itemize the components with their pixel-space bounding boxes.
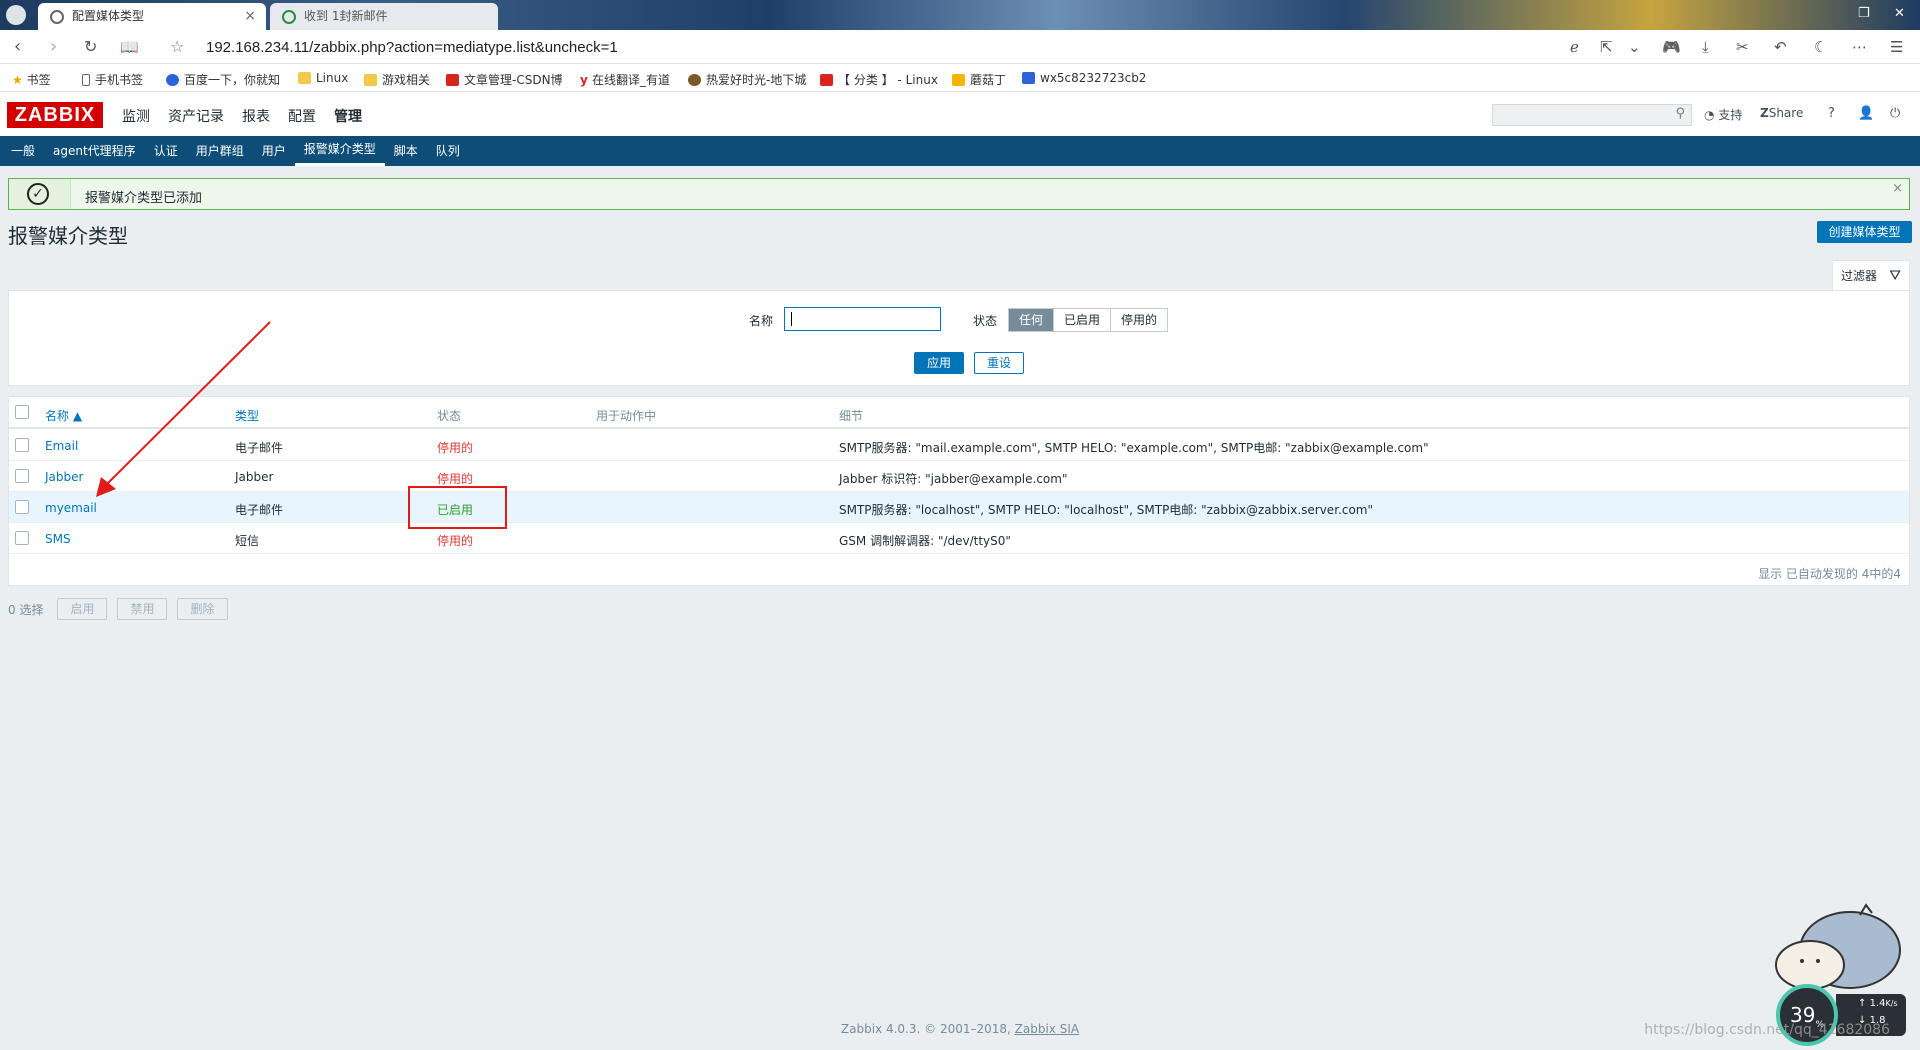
csdn-watermark: https://blog.csdn.net/qq_41682086: [1644, 1022, 1890, 1038]
annotation-arrow: [96, 321, 271, 497]
upload-icon: ↑: [1858, 998, 1870, 1009]
arrow-head: [96, 477, 116, 497]
arrow-shaft: [105, 321, 271, 486]
network-speed-widget[interactable]: ↑ 1.4K/s ↓ 1.8 39%: [1776, 984, 1906, 1050]
shark-mascot-icon: [1775, 903, 1901, 990]
